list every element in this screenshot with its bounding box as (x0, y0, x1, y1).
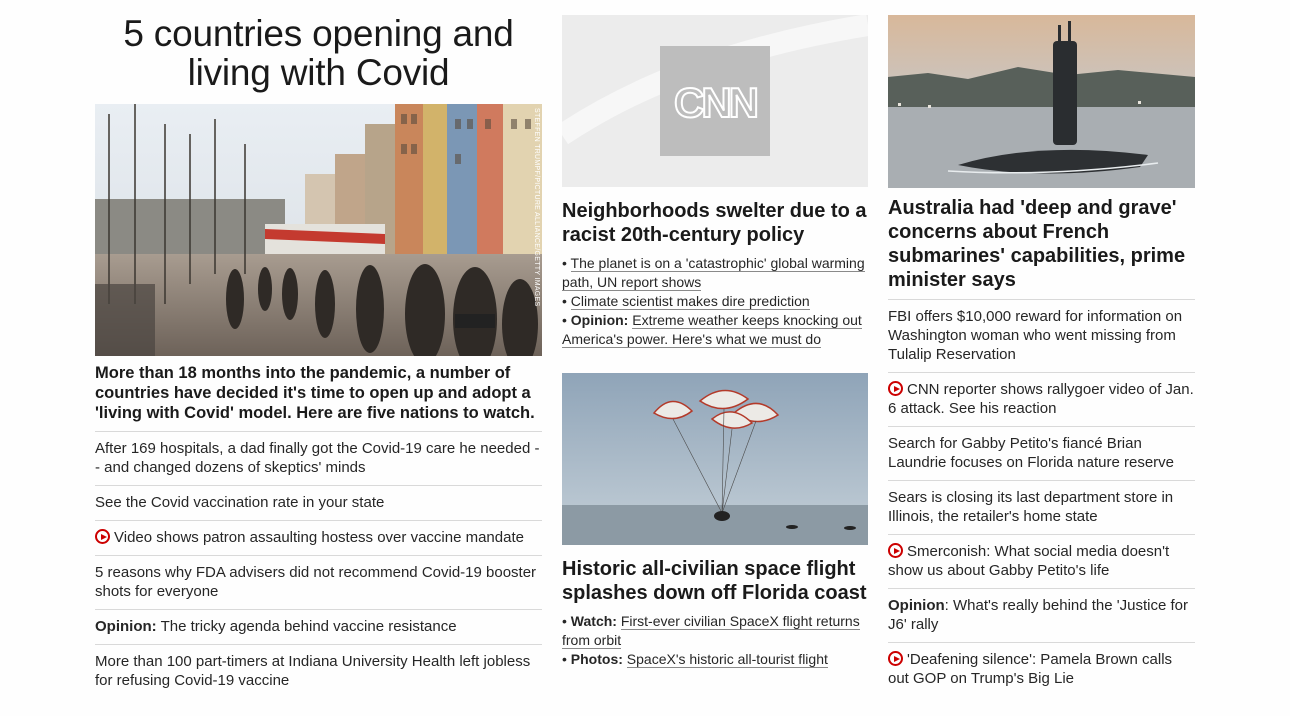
middle-column: CNN Neighborhoods swelter due to a racis… (562, 0, 868, 669)
link-text[interactable]: FBI offers $10,000 reward for informatio… (888, 308, 1182, 363)
lead-related-links: After 169 hospitals, a dad finally got t… (95, 431, 542, 698)
video-play-icon (95, 529, 110, 544)
list-item[interactable]: See the Covid vaccination rate in your s… (95, 485, 542, 520)
link-text[interactable]: Climate scientist makes dire prediction (570, 293, 810, 310)
list-item[interactable]: After 169 hospitals, a dad finally got t… (95, 431, 542, 485)
right-column: Australia had 'deep and grave' concerns … (888, 0, 1195, 696)
list-item[interactable]: 'Deafening silence': Pamela Brown calls … (888, 642, 1195, 696)
story-headline[interactable]: Historic all-civilian space flight splas… (562, 557, 868, 605)
bullet-item[interactable]: • Photos: SpaceX's historic all-tourist … (562, 650, 868, 669)
opinion-label: Opinion (888, 597, 945, 614)
splashdown-photo (562, 373, 868, 545)
list-item[interactable]: Search for Gabby Petito's fiancé Brian L… (888, 426, 1195, 480)
watch-label: Watch: (570, 613, 617, 629)
spacex-splashdown-image[interactable] (562, 373, 868, 545)
list-item[interactable]: Opinion: What's really behind the 'Justi… (888, 588, 1195, 642)
story-headline[interactable]: Australia had 'deep and grave' concerns … (888, 196, 1195, 299)
link-text[interactable]: 'Deafening silence': Pamela Brown calls … (888, 651, 1172, 687)
link-text[interactable]: Video shows patron assaulting hostess ov… (114, 529, 524, 546)
list-item[interactable]: Sears is closing its last department sto… (888, 480, 1195, 534)
photos-label: Photos: (570, 651, 623, 667)
bullet-item[interactable]: • Climate scientist makes dire predictio… (562, 292, 868, 311)
list-item[interactable]: Opinion: The tricky agenda behind vaccin… (95, 609, 542, 644)
submarine-photo (888, 15, 1195, 188)
link-text[interactable]: See the Covid vaccination rate in your s… (95, 494, 384, 511)
list-item[interactable]: CNN reporter shows rallygoer video of Ja… (888, 372, 1195, 426)
opinion-label: Opinion: (95, 618, 157, 635)
right-links: FBI offers $10,000 reward for informatio… (888, 299, 1195, 696)
link-text[interactable]: The planet is on a 'catastrophic' global… (562, 255, 865, 291)
cnn-logo: CNN (674, 79, 757, 126)
lead-summary[interactable]: More than 18 months into the pandemic, a… (95, 363, 542, 431)
cnn-placeholder-image[interactable]: CNN (562, 15, 868, 187)
story-bullets: • Watch: First-ever civilian SpaceX flig… (562, 612, 868, 669)
bullet-item[interactable]: • Watch: First-ever civilian SpaceX flig… (562, 612, 868, 650)
video-play-icon (888, 381, 903, 396)
list-item[interactable]: Smerconish: What social media doesn't sh… (888, 534, 1195, 588)
lead-story-image[interactable]: STEFFEN TRUMPF/PICTURE ALLIANCE/GETTY IM… (95, 104, 542, 356)
lead-story-column: 5 countries opening and living with Covi… (95, 0, 542, 698)
link-text[interactable]: SpaceX's historic all-tourist flight (626, 651, 828, 668)
link-text[interactable]: Sears is closing its last department sto… (888, 489, 1173, 525)
story-headline[interactable]: Neighborhoods swelter due to a racist 20… (562, 199, 868, 247)
cnn-placeholder-graphic: CNN (562, 15, 868, 187)
link-text[interactable]: The tricky agenda behind vaccine resista… (161, 618, 457, 635)
link-text[interactable]: More than 100 part-timers at Indiana Uni… (95, 653, 530, 689)
opinion-label: Opinion: (570, 312, 629, 328)
video-play-icon (888, 543, 903, 558)
list-item[interactable]: FBI offers $10,000 reward for informatio… (888, 299, 1195, 372)
list-item[interactable]: Video shows patron assaulting hostess ov… (95, 520, 542, 555)
bullet-item[interactable]: • Opinion: Extreme weather keeps knockin… (562, 311, 868, 349)
nyhavn-photo (95, 104, 542, 356)
bullet-item[interactable]: • The planet is on a 'catastrophic' glob… (562, 254, 868, 292)
link-text[interactable]: 5 reasons why FDA advisers did not recom… (95, 564, 536, 600)
list-item[interactable]: More than 100 part-timers at Indiana Uni… (95, 644, 542, 698)
list-item[interactable]: 5 reasons why FDA advisers did not recom… (95, 555, 542, 609)
lead-headline[interactable]: 5 countries opening and living with Covi… (95, 14, 542, 92)
link-text[interactable]: Smerconish: What social media doesn't sh… (888, 543, 1169, 579)
link-text[interactable]: Search for Gabby Petito's fiancé Brian L… (888, 435, 1174, 471)
story-bullets: • The planet is on a 'catastrophic' glob… (562, 254, 868, 349)
submarine-image[interactable] (888, 15, 1195, 188)
video-play-icon (888, 651, 903, 666)
image-credit: STEFFEN TRUMPF/PICTURE ALLIANCE/GETTY IM… (533, 108, 540, 307)
link-text[interactable]: CNN reporter shows rallygoer video of Ja… (888, 381, 1194, 417)
link-text[interactable]: After 169 hospitals, a dad finally got t… (95, 440, 539, 476)
